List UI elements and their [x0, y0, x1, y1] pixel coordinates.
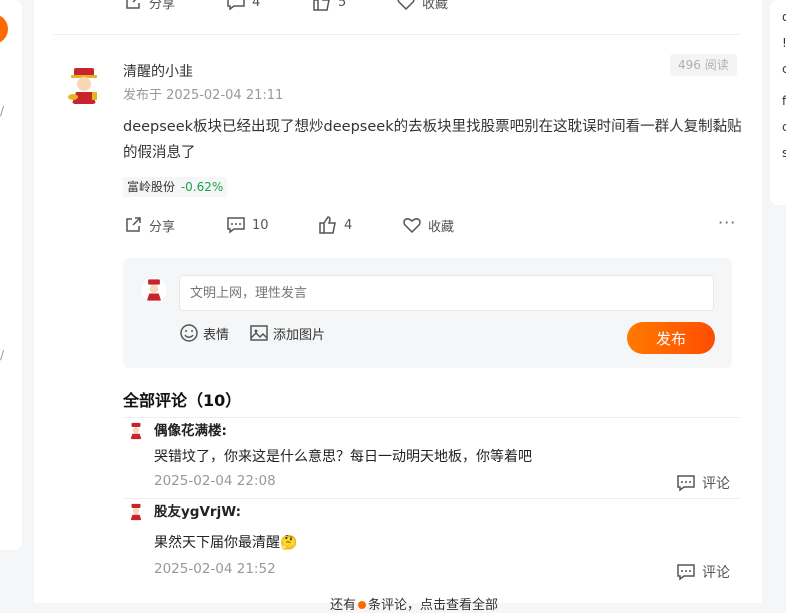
right-sidebar-char: !	[782, 36, 786, 50]
heart-icon	[397, 0, 415, 11]
god-of-wealth-avatar-icon	[68, 68, 97, 104]
commenter-name[interactable]: 股友ygVrjW:	[154, 500, 241, 520]
comment-reply-button[interactable]: 评论	[676, 473, 730, 493]
emoji-button[interactable]: 表情	[179, 323, 229, 343]
author-avatar[interactable]	[62, 66, 106, 106]
comment-text: 哭错坟了，你来这是什么意思？每日一动明天地板，你等着吧	[154, 449, 532, 465]
favorite-button[interactable]: 收藏	[402, 215, 454, 235]
right-sidebar-char: s	[782, 146, 786, 160]
my-avatar	[141, 278, 167, 302]
reply-box: 表情 添加图片 发布	[123, 258, 732, 368]
comment-reply-label: 评论	[702, 476, 730, 492]
comment-button[interactable]: 10	[226, 215, 318, 235]
see-all-count-dot	[358, 601, 367, 609]
comment-time: 2025-02-04 22:08	[154, 473, 276, 489]
stock-name: 富岭股份	[127, 180, 176, 194]
thinking-emoji-icon: 🤔	[280, 535, 298, 551]
god-of-wealth-avatar-icon	[130, 422, 142, 440]
comment-divider	[123, 417, 740, 418]
comment-count: 4	[252, 0, 261, 10]
god-of-wealth-avatar-icon	[130, 503, 142, 521]
comment-divider	[123, 498, 740, 499]
post-actions: 分享 10 4 收藏	[123, 215, 454, 235]
share-label: 分享	[149, 219, 176, 235]
comment-text: 果然天下届你最清醒🤔	[154, 532, 297, 552]
comment-button[interactable]: 4	[226, 0, 312, 12]
comment-count: 10	[252, 217, 269, 233]
reply-input[interactable]	[179, 275, 714, 311]
more-options-button[interactable]: ···	[718, 0, 736, 7]
add-image-label: 添加图片	[273, 327, 326, 343]
comment-icon	[227, 0, 245, 11]
post-body: deepseek板块已经出现了想炒deepseek的去板块里找股票吧别在这耽误时…	[123, 119, 742, 161]
right-sidebar-char: c	[782, 62, 786, 76]
see-all-suffix: 条评论，点击查看全部	[368, 598, 499, 613]
right-sidebar: o ! c f c s	[770, 0, 786, 205]
share-label: 分享	[149, 0, 176, 12]
comment-time: 2025-02-04 21:52	[154, 561, 276, 577]
comments-title: 全部评论（10）	[123, 391, 242, 410]
comment-reply-label: 评论	[702, 565, 730, 581]
commenter-avatar[interactable]	[126, 422, 146, 440]
like-button[interactable]: 5	[312, 0, 396, 12]
post-author-name[interactable]: 清醒的小韭	[123, 61, 193, 81]
favorite-label: 收藏	[422, 0, 449, 12]
commenter-avatar[interactable]	[126, 503, 146, 521]
share-icon	[126, 0, 141, 9]
image-icon	[250, 325, 268, 341]
like-count: 5	[338, 0, 347, 10]
heart-icon	[403, 218, 421, 234]
feed-panel: 分享 4 5 收藏 ··· 清醒的小韭 发布于 2025-02-04 21:11…	[34, 0, 762, 613]
post-time: 发布于 2025-02-04 21:11	[123, 88, 284, 103]
right-sidebar-char: o	[782, 10, 786, 24]
left-sidebar-active-marker[interactable]	[0, 14, 8, 44]
publish-button[interactable]: 发布	[627, 322, 715, 354]
see-all-prefix: 还有	[330, 598, 357, 613]
prev-post-actions: 分享 4 5 收藏	[123, 0, 448, 12]
right-sidebar-char: c	[782, 120, 786, 134]
emoji-label: 表情	[203, 327, 230, 343]
share-icon	[126, 217, 141, 232]
god-of-wealth-avatar-icon	[146, 279, 162, 301]
favorite-label: 收藏	[428, 219, 455, 235]
share-button[interactable]: 分享	[123, 215, 226, 235]
share-button[interactable]: 分享	[123, 0, 226, 12]
commenter-name[interactable]: 偶像花满楼:	[154, 419, 227, 439]
thumb-up-icon	[313, 0, 330, 11]
comment-icon	[227, 217, 245, 234]
more-options-button[interactable]: ···	[718, 213, 736, 232]
left-sidebar-mark: /	[0, 104, 5, 118]
add-image-button[interactable]: 添加图片	[249, 323, 325, 343]
like-button[interactable]: 4	[318, 215, 402, 235]
left-sidebar-mark: /	[0, 348, 5, 362]
comment-reply-button[interactable]: 评论	[676, 562, 730, 582]
stock-change: -0.62%	[180, 180, 224, 194]
stock-tag[interactable]: 富岭股份 -0.62%	[123, 177, 228, 197]
view-count: 496 阅读	[670, 54, 737, 76]
comment-icon	[677, 564, 695, 581]
smiley-icon	[180, 324, 198, 342]
left-sidebar: / /	[0, 0, 22, 550]
like-count: 4	[344, 217, 353, 233]
thumb-up-icon	[319, 216, 336, 234]
comment-text-body: 果然天下届你最清醒	[154, 535, 280, 551]
post-divider	[54, 34, 740, 35]
comment-icon	[677, 475, 695, 492]
right-sidebar-char: f	[782, 94, 786, 108]
favorite-button[interactable]: 收藏	[396, 0, 448, 12]
see-all-comments-link[interactable]: 还有 条评论，点击查看全部	[330, 594, 498, 613]
